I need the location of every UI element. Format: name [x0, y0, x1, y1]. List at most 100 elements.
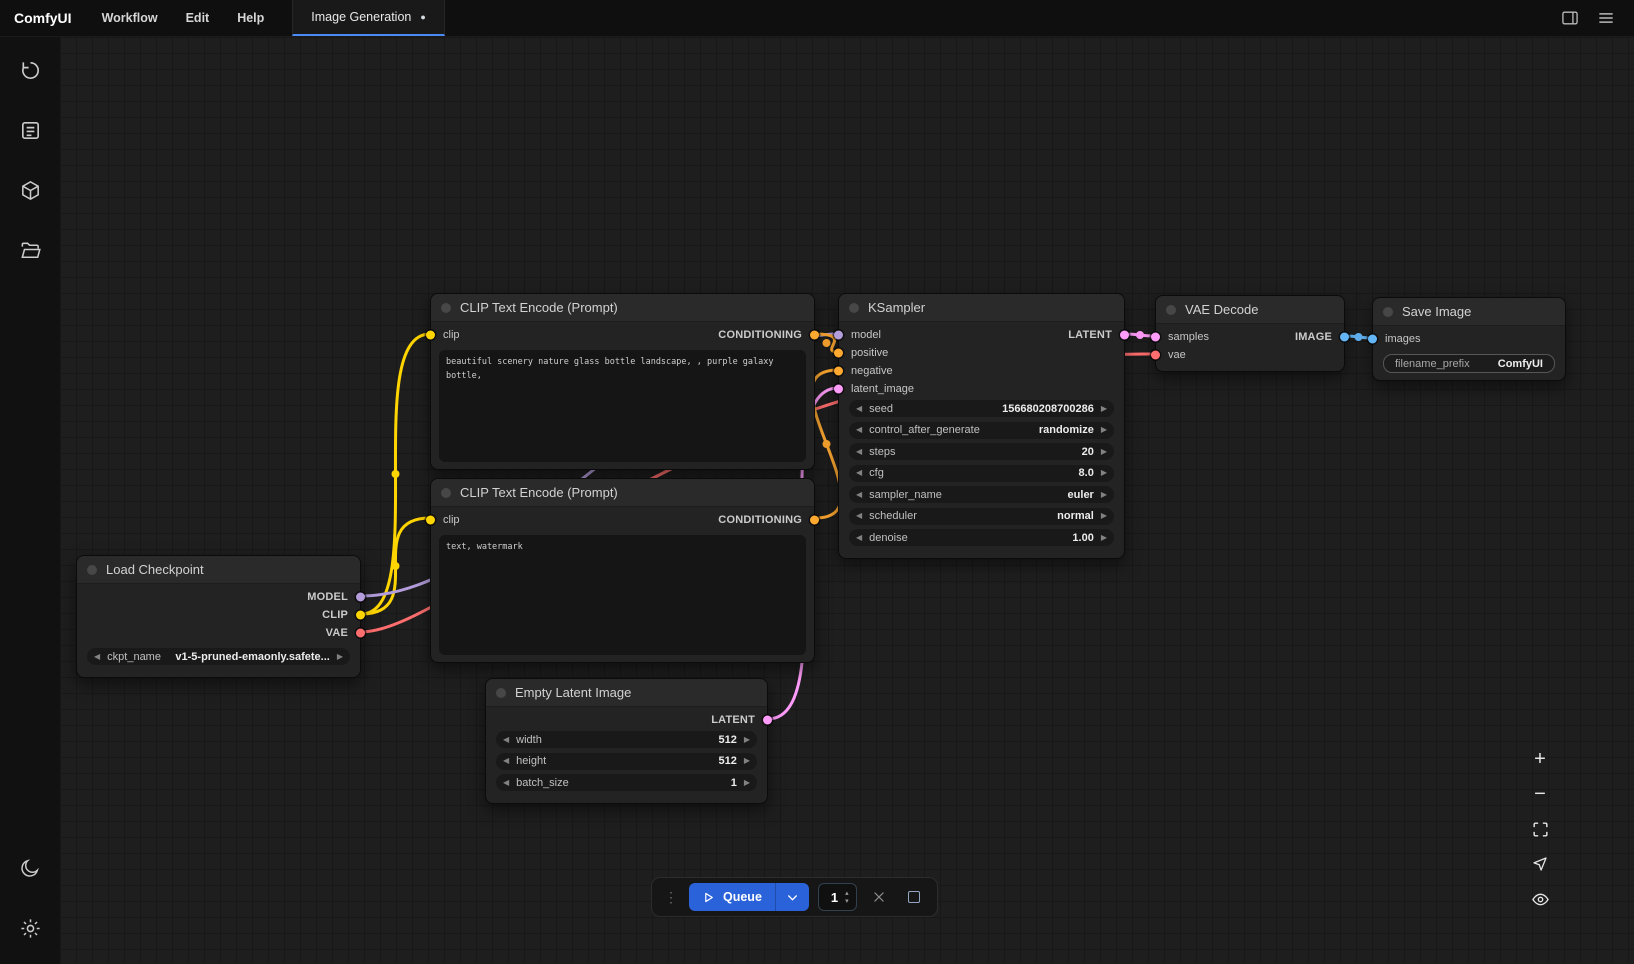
vae-input-port[interactable] [1151, 351, 1160, 360]
node-load-checkpoint[interactable]: Load Checkpoint MODEL CLIP VAE ◀ ckpt_na… [76, 555, 361, 678]
zoom-in-button[interactable]: + [1528, 747, 1552, 771]
decrement-arrow-icon[interactable]: ◀ [856, 534, 862, 542]
scheduler-widget[interactable]: ◀ scheduler normal ▶ [849, 508, 1114, 525]
node-vae-decode[interactable]: VAE Decode samples IMAGE vae [1155, 295, 1345, 372]
negative-prompt-textarea[interactable]: text, watermark [439, 535, 806, 655]
node-header[interactable]: CLIP Text Encode (Prompt) [431, 479, 814, 507]
clip-input-port[interactable] [426, 516, 435, 525]
batch-count-value[interactable]: 1 [826, 890, 838, 905]
node-header[interactable]: Load Checkpoint [77, 556, 360, 584]
workflows-button[interactable] [10, 230, 50, 270]
decrement-arrow-icon[interactable]: ◀ [856, 491, 862, 499]
collapse-dot-icon[interactable] [1383, 307, 1393, 317]
height-widget[interactable]: ◀ height 512 ▶ [496, 753, 757, 770]
vae-output-port[interactable] [356, 629, 365, 638]
decrement-arrow-icon[interactable]: ◀ [856, 512, 862, 520]
conditioning-output-port[interactable] [810, 331, 819, 340]
increment-arrow-icon[interactable]: ▶ [744, 736, 750, 744]
images-input-port[interactable] [1368, 335, 1377, 344]
latent-image-input-port[interactable] [834, 385, 843, 394]
clip-input-port[interactable] [426, 331, 435, 340]
control-after-generate-widget[interactable]: ◀ control_after_generate randomize ▶ [849, 422, 1114, 439]
node-clip-text-encode-positive[interactable]: CLIP Text Encode (Prompt) clip CONDITION… [430, 293, 815, 470]
decrement-arrow-icon[interactable]: ◀ [94, 653, 100, 661]
node-ksampler[interactable]: KSampler model LATENT positive negative … [838, 293, 1125, 559]
cfg-widget[interactable]: ◀ cfg 8.0 ▶ [849, 465, 1114, 482]
menu-edit[interactable]: Edit [172, 0, 224, 36]
batch-count-field[interactable]: 1 ▴ ▾ [818, 883, 857, 911]
settings-button[interactable] [10, 908, 50, 948]
latent-output-port[interactable] [763, 716, 772, 725]
model-output-port[interactable] [356, 593, 365, 602]
queue-button[interactable]: Queue [689, 883, 775, 911]
drag-handle-icon[interactable]: ⋮ [662, 889, 680, 906]
collapse-dot-icon[interactable] [87, 565, 97, 575]
collapse-dot-icon[interactable] [1166, 305, 1176, 315]
zoom-out-button[interactable]: − [1528, 782, 1552, 806]
main-menu-button[interactable] [1590, 4, 1622, 32]
increment-arrow-icon[interactable]: ▶ [1101, 512, 1107, 520]
increment-arrow-icon[interactable]: ▶ [744, 779, 750, 787]
collapse-dot-icon[interactable] [441, 303, 451, 313]
select-mode-button[interactable] [1528, 852, 1552, 876]
increment-arrow-icon[interactable]: ▶ [337, 653, 343, 661]
node-save-image[interactable]: Save Image images filename_prefix ComfyU… [1372, 297, 1566, 381]
increment-arrow-icon[interactable]: ▶ [1101, 426, 1107, 434]
interrupt-button[interactable] [901, 884, 927, 910]
comfyui-logo[interactable]: ComfyUI [0, 0, 88, 36]
decrement-arrow-icon[interactable]: ◀ [856, 469, 862, 477]
node-graph-canvas[interactable]: Load Checkpoint MODEL CLIP VAE ◀ ckpt_na… [60, 37, 1634, 964]
collapse-dot-icon[interactable] [849, 303, 859, 313]
step-up-icon[interactable]: ▴ [845, 890, 849, 897]
tab-image-generation[interactable]: Image Generation ● [292, 0, 445, 36]
increment-arrow-icon[interactable]: ▶ [1101, 405, 1107, 413]
decrement-arrow-icon[interactable]: ◀ [503, 736, 509, 744]
decrement-arrow-icon[interactable]: ◀ [856, 448, 862, 456]
filename-prefix-widget[interactable]: filename_prefix ComfyUI [1383, 354, 1555, 373]
step-down-icon[interactable]: ▾ [845, 898, 849, 905]
node-header[interactable]: VAE Decode [1156, 296, 1344, 324]
node-library-button[interactable] [10, 170, 50, 210]
seed-widget[interactable]: ◀ seed 156680208700286 ▶ [849, 400, 1114, 417]
positive-prompt-textarea[interactable]: beautiful scenery nature glass bottle la… [439, 350, 806, 462]
history-button[interactable] [10, 50, 50, 90]
model-input-port[interactable] [834, 331, 843, 340]
denoise-widget[interactable]: ◀ denoise 1.00 ▶ [849, 529, 1114, 546]
node-header[interactable]: KSampler [839, 294, 1124, 322]
samples-input-port[interactable] [1151, 333, 1160, 342]
decrement-arrow-icon[interactable]: ◀ [503, 779, 509, 787]
theme-toggle-button[interactable] [10, 848, 50, 888]
increment-arrow-icon[interactable]: ▶ [744, 757, 750, 765]
sampler-name-widget[interactable]: ◀ sampler_name euler ▶ [849, 486, 1114, 503]
toggle-panel-button[interactable] [1554, 4, 1586, 32]
positive-input-port[interactable] [834, 349, 843, 358]
width-widget[interactable]: ◀ width 512 ▶ [496, 731, 757, 748]
collapse-dot-icon[interactable] [441, 488, 451, 498]
increment-arrow-icon[interactable]: ▶ [1101, 491, 1107, 499]
ckpt-name-widget[interactable]: ◀ ckpt_name v1-5-pruned-emaonly.safete..… [87, 648, 350, 665]
node-clip-text-encode-negative[interactable]: CLIP Text Encode (Prompt) clip CONDITION… [430, 478, 815, 663]
batch-size-widget[interactable]: ◀ batch_size 1 ▶ [496, 774, 757, 791]
increment-arrow-icon[interactable]: ▶ [1101, 469, 1107, 477]
node-header[interactable]: Save Image [1373, 298, 1565, 326]
menu-workflow[interactable]: Workflow [88, 0, 172, 36]
increment-arrow-icon[interactable]: ▶ [1101, 534, 1107, 542]
conditioning-output-port[interactable] [810, 516, 819, 525]
node-header[interactable]: CLIP Text Encode (Prompt) [431, 294, 814, 322]
clip-output-port[interactable] [356, 611, 365, 620]
queue-button-sidebar[interactable] [10, 110, 50, 150]
latent-output-port[interactable] [1120, 331, 1129, 340]
node-empty-latent-image[interactable]: Empty Latent Image LATENT ◀ width 512 ▶ … [485, 678, 768, 804]
clear-queue-button[interactable] [866, 884, 892, 910]
steps-widget[interactable]: ◀ steps 20 ▶ [849, 443, 1114, 460]
queue-options-button[interactable] [775, 883, 809, 911]
increment-arrow-icon[interactable]: ▶ [1101, 448, 1107, 456]
image-output-port[interactable] [1340, 333, 1349, 342]
toggle-link-visibility-button[interactable] [1528, 887, 1552, 911]
decrement-arrow-icon[interactable]: ◀ [503, 757, 509, 765]
decrement-arrow-icon[interactable]: ◀ [856, 426, 862, 434]
negative-input-port[interactable] [834, 367, 843, 376]
node-header[interactable]: Empty Latent Image [486, 679, 767, 707]
decrement-arrow-icon[interactable]: ◀ [856, 405, 862, 413]
menu-help[interactable]: Help [223, 0, 278, 36]
